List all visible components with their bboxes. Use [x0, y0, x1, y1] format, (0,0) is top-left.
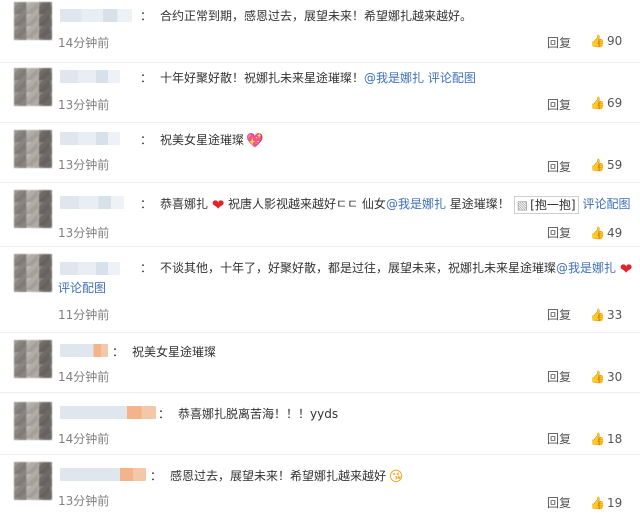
username[interactable]: [60, 262, 120, 275]
reply-button[interactable]: 回复: [547, 158, 571, 175]
reply-button[interactable]: 回复: [547, 34, 571, 51]
comment-text-continued: 评论配图: [58, 278, 626, 298]
comment-item: ：祝美女星途璀璨 14分钟前 回复 👍 30: [0, 332, 640, 393]
username[interactable]: [60, 468, 146, 481]
mention-link[interactable]: @我是娜扎: [386, 197, 446, 211]
sticker-image: ▧ [抱一抱]: [513, 195, 579, 214]
reply-button[interactable]: 回复: [547, 96, 571, 113]
username[interactable]: [60, 9, 132, 22]
like-count: 33: [607, 308, 623, 322]
mention-link[interactable]: @我是娜扎: [364, 71, 424, 85]
thumbs-up-icon: 👍: [590, 496, 605, 510]
like-count: 18: [607, 432, 623, 446]
like-button[interactable]: 👍 90: [590, 34, 622, 48]
reply-button[interactable]: 回复: [547, 494, 571, 511]
like-count: 90: [607, 34, 623, 48]
like-button[interactable]: 👍 19: [590, 496, 622, 510]
comment-item: ：不谈其他，十年了，好聚好散，都是过往，展望未来，祝娜扎未来星途璀璨@我是娜扎 ❤…: [0, 246, 640, 333]
like-button[interactable]: 👍 33: [590, 308, 622, 322]
like-button[interactable]: 👍 49: [590, 226, 622, 240]
thumbs-up-icon: 👍: [590, 432, 605, 446]
comment-time: 13分钟前: [58, 494, 110, 508]
comment-time: 13分钟前: [58, 226, 110, 240]
comment-item: ：恭喜娜扎脱离苦海！！！yyds 14分钟前 回复 👍 18: [0, 392, 640, 455]
like-count: 19: [607, 496, 623, 510]
comment-time: 11分钟前: [58, 308, 110, 322]
comment-time: 13分钟前: [58, 158, 110, 172]
comment-text: ：不谈其他，十年了，好聚好散，都是过往，展望未来，祝娜扎未来星途璀璨@我是娜扎 ❤: [140, 259, 633, 278]
pink-heart-icon: 💖: [246, 132, 264, 149]
blushing-face-icon: 😘: [388, 468, 404, 485]
reply-button[interactable]: 回复: [547, 430, 571, 447]
like-button[interactable]: 👍 30: [590, 370, 622, 384]
comment-time: 14分钟前: [58, 36, 110, 50]
username[interactable]: [60, 70, 120, 83]
comment-text: ：恭喜娜扎脱离苦海！！！yyds: [158, 407, 339, 421]
like-count: 59: [607, 158, 623, 172]
comment-image-link[interactable]: 评论配图: [58, 281, 106, 295]
avatar[interactable]: [14, 402, 52, 440]
username[interactable]: [60, 196, 124, 209]
avatar[interactable]: [14, 254, 52, 292]
username[interactable]: [60, 406, 156, 419]
comment-text: ：合约正常到期，感恩过去，展望未来！希望娜扎越来越好。: [140, 9, 473, 23]
avatar[interactable]: [14, 2, 52, 40]
comment-text: ：恭喜娜扎 ❤ 祝唐人影视越来越好ㄷㄷ 仙女@我是娜扎 星途璀璨！ ▧ [抱一抱] 评论配…: [140, 195, 631, 214]
avatar[interactable]: [14, 190, 52, 228]
comment-time: 13分钟前: [58, 98, 110, 112]
comment-item: ：恭喜娜扎 ❤ 祝唐人影视越来越好ㄷㄷ 仙女@我是娜扎 星途璀璨！ ▧ [抱一抱] 评论配…: [0, 182, 640, 247]
like-count: 30: [607, 370, 623, 384]
like-button[interactable]: 👍 18: [590, 432, 622, 446]
thumbs-up-icon: 👍: [590, 370, 605, 384]
reply-button[interactable]: 回复: [547, 224, 571, 241]
comment-time: 14分钟前: [58, 432, 110, 446]
thumbs-up-icon: 👍: [590, 158, 605, 172]
red-heart-icon: ❤: [619, 259, 633, 278]
comment-item: ：十年好聚好散！祝娜扎未来星途璀璨！@我是娜扎 评论配图 13分钟前 回复 👍 6…: [0, 62, 640, 123]
like-button[interactable]: 👍 59: [590, 158, 622, 172]
comment-item: ：祝美女星途璀璨 💖 13分钟前 回复 👍 59: [0, 122, 640, 183]
username[interactable]: [60, 132, 120, 145]
thumbs-up-icon: 👍: [590, 96, 605, 110]
like-count: 49: [607, 226, 623, 240]
comment-text: ：祝美女星途璀璨 💖: [140, 132, 264, 149]
username[interactable]: [60, 344, 108, 357]
thumbs-up-icon: 👍: [590, 226, 605, 240]
comment-image-link[interactable]: 评论配图: [428, 71, 476, 85]
comment-time: 14分钟前: [58, 370, 110, 384]
red-heart-icon: ❤: [211, 195, 225, 214]
comment-text: ：感恩过去，展望未来！希望娜扎越来越好 😘: [150, 468, 404, 485]
thumbs-up-icon: 👍: [590, 34, 605, 48]
mention-link[interactable]: @我是娜扎: [556, 261, 616, 275]
comment-text: ：祝美女星途璀璨: [112, 345, 217, 359]
reply-button[interactable]: 回复: [547, 306, 571, 323]
comment-text: ：十年好聚好散！祝娜扎未来星途璀璨！@我是娜扎 评论配图: [140, 71, 476, 85]
avatar[interactable]: [14, 340, 52, 378]
reply-button[interactable]: 回复: [547, 368, 571, 385]
broken-image-icon: ▧: [516, 197, 529, 212]
like-button[interactable]: 👍 69: [590, 96, 622, 110]
avatar[interactable]: [14, 130, 52, 168]
comment-image-link[interactable]: 评论配图: [583, 197, 631, 211]
comment-feed: ：合约正常到期，感恩过去，展望未来！希望娜扎越来越好。 14分钟前 回复 👍 90…: [0, 0, 640, 518]
like-count: 69: [607, 96, 623, 110]
thumbs-up-icon: 👍: [590, 308, 605, 322]
comment-item: ：合约正常到期，感恩过去，展望未来！希望娜扎越来越好。 14分钟前 回复 👍 90: [0, 0, 640, 63]
avatar[interactable]: [14, 68, 52, 106]
avatar[interactable]: [14, 462, 52, 500]
comment-item: ：感恩过去，展望未来！希望娜扎越来越好 😘 13分钟前 回复 👍 19: [0, 454, 640, 518]
